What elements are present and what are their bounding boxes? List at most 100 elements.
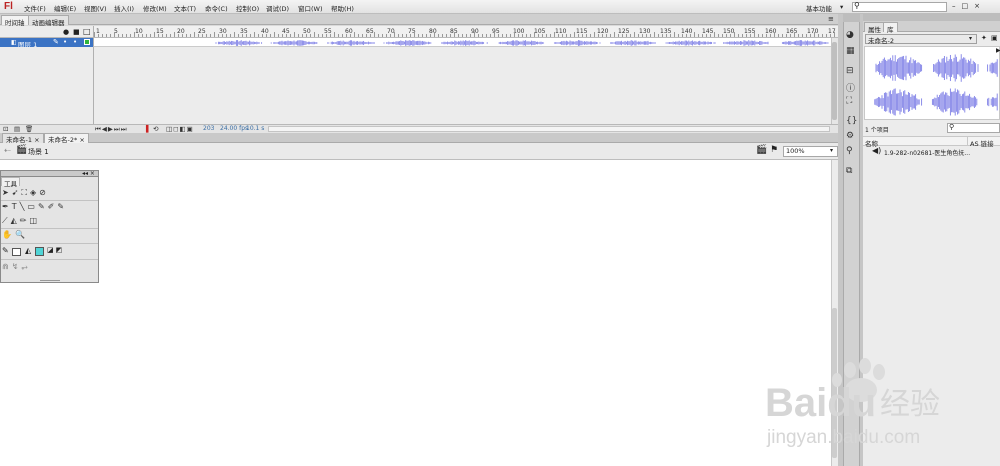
ruler-tick [690,34,691,37]
menu-debug[interactable]: 调试(D) [266,3,289,13]
timeline-hscrollbar[interactable] [268,126,830,132]
new-folder-icon[interactable]: ▤ [14,125,20,133]
layer-row[interactable]: ◧ ✎ • • [0,38,93,47]
tab-library[interactable]: 库 [883,22,898,34]
ruler-tick [402,34,403,37]
ruler-tick [638,34,639,37]
ruler-tick [158,34,159,37]
tab-timeline[interactable]: 时间轴 [1,15,29,27]
transform-icon[interactable]: ⛶ [846,96,852,106]
library-document-select[interactable]: 未命名-2 [865,34,977,45]
ruler-tick [634,32,635,37]
menu-command[interactable]: 命令(C) [205,3,228,13]
dock-titlebar[interactable] [843,14,860,22]
ruler-tick [470,34,471,37]
ruler-tick [642,34,643,37]
ruler-label: 110 [555,28,567,35]
ruler-tick [106,34,107,37]
onion-skin-icons[interactable]: ◫◻◧▣ [166,125,194,133]
tab-properties[interactable]: 属性 [864,22,885,34]
ruler-tick [166,34,167,37]
new-layer-icon[interactable]: ⊡ [3,125,8,133]
ruler-tick [274,32,275,37]
timeline-vscroll-thumb[interactable] [832,42,837,120]
ruler-tick [94,32,95,37]
menu-file[interactable]: 文件(F) [24,3,46,13]
edit-scene-icon[interactable]: ⚑ [770,145,778,155]
info-icon[interactable]: ⓘ [846,81,855,94]
ruler-tick [250,34,251,37]
chevron-down-icon[interactable]: ▾ [969,35,972,42]
chevron-down-icon[interactable]: ▾ [830,147,833,154]
tab-document-1[interactable]: 未命名-1 × [2,133,44,144]
lock-dot-icon[interactable]: • [73,38,77,46]
visibility-dot-icon[interactable]: • [63,38,67,46]
ruler-label: 150 [723,28,735,35]
history-icon[interactable]: ⧉ [846,166,852,176]
ruler-tick [794,32,795,37]
ruler-tick [650,34,651,37]
ruler-tick [150,34,151,37]
menu-modify[interactable]: 修改(M) [143,3,167,13]
window-controls[interactable]: –□× [952,2,998,12]
stroke-color-swatch[interactable] [12,248,21,256]
center-frame-icon[interactable]: ▌ [146,125,151,133]
tab-document-2[interactable]: 未命名-2* × [44,133,89,144]
align-icon[interactable]: ⊟ [846,66,854,76]
library-titlebar[interactable] [863,14,1000,21]
lock-icon[interactable]: ■ [73,28,80,36]
option-tools[interactable]: ⋒↯⥅ [2,262,31,272]
menu-control[interactable]: 控制(O) [236,3,259,13]
ruler-tick [614,32,615,37]
ruler-tick [814,32,815,37]
menu-edit[interactable]: 编辑(E) [54,3,76,13]
code-snippets-icon[interactable]: {} [846,116,857,126]
panel-menu-icon[interactable]: ≡ [828,15,834,23]
edit-symbols-icon[interactable]: 🎬 [756,145,767,155]
ruler-tick [582,34,583,37]
menu-view[interactable]: 视图(V) [84,3,107,13]
new-library-icon[interactable]: ▣ [991,34,998,42]
delete-layer-icon[interactable]: 🗑 [25,125,33,133]
frame-ruler[interactable]: 1510152025303540455055606570758085909510… [93,26,839,38]
collapse-icon[interactable]: ◂◂ × [82,170,95,177]
workspace-switcher[interactable]: 基本功能 [806,3,832,13]
ruler-tick [698,34,699,37]
help-search-input[interactable] [852,2,947,12]
tab-motion-editor[interactable]: 动画编辑器 [28,15,69,27]
outline-icon[interactable]: □ [83,27,91,36]
menu-window[interactable]: 窗口(W) [298,3,323,13]
paint-tools[interactable]: ⟋◭✏◫ [2,216,40,226]
fill-color-swatch[interactable] [35,247,44,256]
drawing-tools[interactable]: ✒T╲▭✎✐✎ [2,202,67,211]
frame-rate[interactable]: 24.00 fps [220,125,248,132]
pin-icon[interactable]: ✦ [981,34,987,42]
menu-insert[interactable]: 插入(I) [114,3,134,13]
motion-presets-icon[interactable]: ⚲ [846,146,853,156]
selection-tools[interactable]: ➤➹⛶◈⊘ [2,188,49,198]
color-panel-icon[interactable]: ◕ [846,30,854,40]
ruler-tick [130,34,131,37]
ruler-tick [518,34,519,37]
ruler-tick [278,34,279,37]
menu-help[interactable]: 帮助(H) [331,3,354,13]
swatches-icon[interactable]: ▦ [846,46,855,56]
ruler-tick [382,34,383,37]
view-tools[interactable]: ✋🔍 [2,230,28,239]
library-search-input[interactable] [947,123,1000,133]
ruler-tick [494,32,495,37]
scene-label[interactable]: 场景 1 [28,147,49,157]
back-arrow-icon[interactable]: ⇠ [4,146,11,155]
swap-colors-icon[interactable]: ◪◩ [47,246,64,254]
loop-icon[interactable]: ⟲ [153,125,158,133]
stage[interactable] [0,160,831,466]
resize-grip[interactable] [40,280,60,281]
play-icon[interactable]: ▶ [996,47,1000,54]
ruler-label: 145 [702,28,714,35]
components-icon[interactable]: ⚙ [846,131,854,141]
layer-color-icon[interactable] [84,39,90,45]
menu-text[interactable]: 文本(T) [174,3,196,13]
search-icon: ⚲ [949,123,955,131]
eye-icon[interactable]: ● [63,28,69,36]
chevron-down-icon[interactable]: ▾ [840,3,843,11]
